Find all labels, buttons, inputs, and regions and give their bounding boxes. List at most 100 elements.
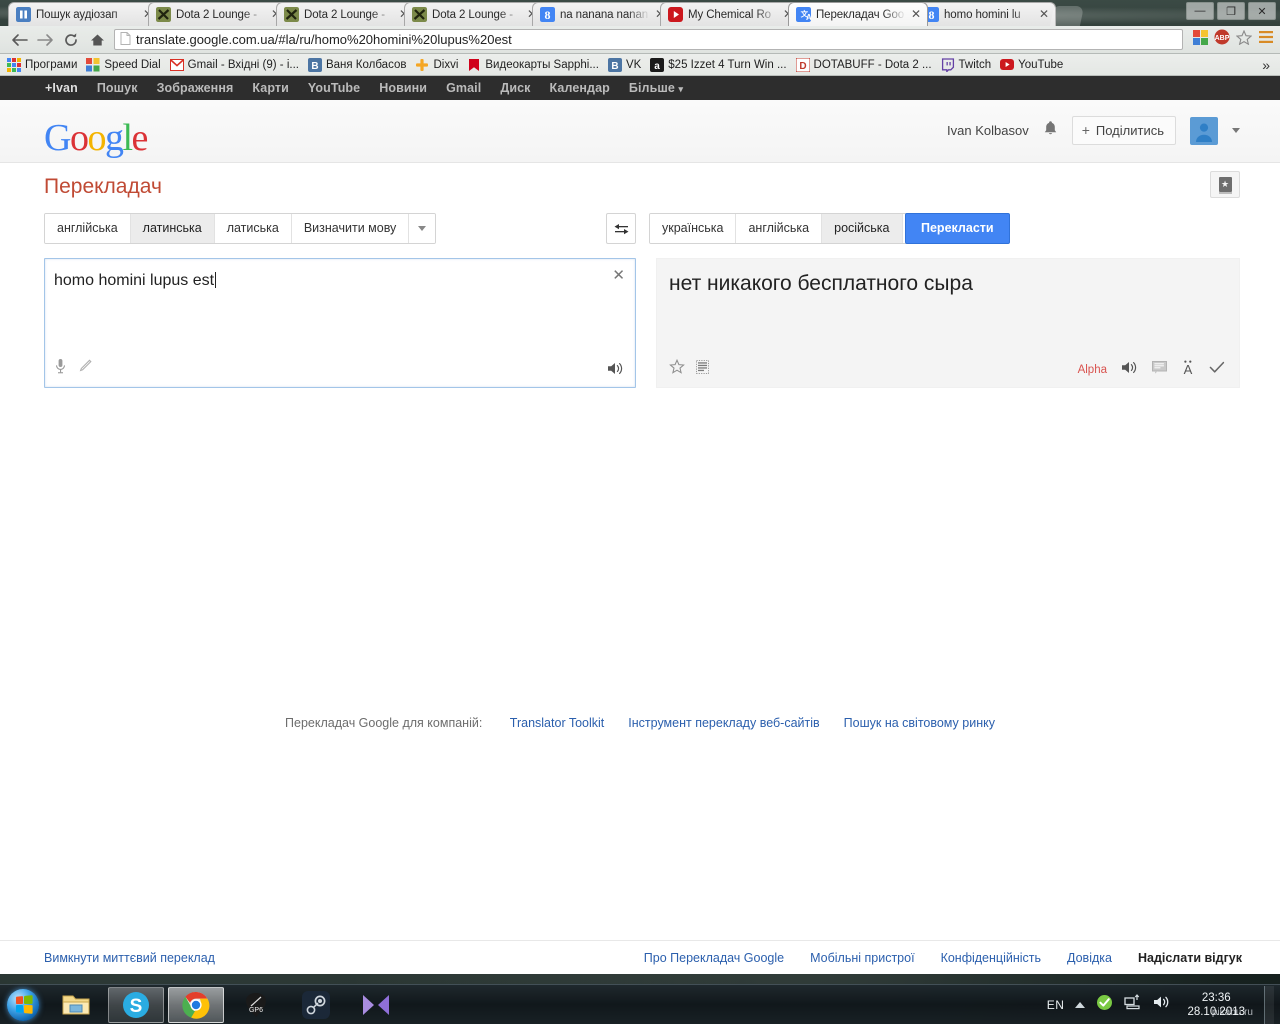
gbar-link-0[interactable]: +Ivan [45, 81, 78, 95]
new-tab-button[interactable] [1049, 6, 1085, 26]
star-favorite-icon[interactable] [669, 358, 685, 379]
browser-tab[interactable]: Dota 2 Lounge -✕ [148, 2, 288, 26]
browser-tab[interactable]: 8na nanana nanan✕ [532, 2, 672, 26]
source-text-panel[interactable]: homo homini lupus est ✕ [44, 258, 636, 388]
microphone-icon[interactable] [55, 358, 66, 379]
account-chevron-down-icon[interactable] [1232, 128, 1240, 133]
taskbar-explorer-button[interactable] [48, 987, 104, 1023]
target-language-option[interactable]: українська [650, 214, 737, 243]
bookmark-star-icon[interactable] [1235, 29, 1253, 50]
bookmark-item[interactable]: Програми [4, 57, 83, 72]
browser-tab[interactable]: Dota 2 Lounge -✕ [276, 2, 416, 26]
swap-languages-button[interactable] [606, 213, 636, 244]
antivirus-shield-icon[interactable] [1096, 994, 1113, 1016]
bookmark-item[interactable]: YouTube [997, 58, 1069, 72]
source-language-dropdown-button[interactable] [409, 214, 436, 243]
business-footer-link[interactable]: Пошук на світовому ринку [844, 716, 995, 730]
source-language-option[interactable]: англійська [45, 214, 131, 243]
gbar-link-1[interactable]: Пошук [97, 81, 138, 95]
pause-icon [16, 7, 31, 22]
taskbar-media-player-button[interactable] [348, 987, 404, 1023]
chrome-menu-icon[interactable] [1258, 30, 1274, 49]
address-bar[interactable]: translate.google.com.ua/#la/ru/homo%20ho… [114, 29, 1183, 50]
transliteration-icon[interactable] [696, 359, 709, 379]
taskbar-clock[interactable]: 23:36 28.10.2013 pikabu.ru [1183, 991, 1253, 1019]
browser-tab[interactable]: 文A Перекладач Goo ✕ [788, 2, 928, 26]
taskbar-skype-button[interactable]: S [108, 986, 164, 1023]
gbar-link-4[interactable]: YouTube [308, 81, 360, 95]
source-language-option[interactable]: латиська [214, 214, 292, 243]
toggle-instant-translation-link[interactable]: Вимкнути миттєвий переклад [44, 951, 215, 965]
forward-button[interactable] [32, 28, 58, 52]
bookmark-item[interactable]: Gmail - Вхідні (9) - i... [167, 58, 305, 72]
bottom-bar-link[interactable]: Довідка [1067, 951, 1112, 965]
taskbar-chrome-button[interactable] [168, 986, 224, 1023]
source-language-option[interactable]: латинська [130, 214, 215, 243]
bookmark-item[interactable]: B Ваня Колбасов [305, 57, 413, 72]
user-name[interactable]: Ivan Kolbasov [947, 123, 1029, 138]
target-language-option[interactable]: англійська [736, 214, 823, 243]
target-speaker-icon[interactable] [1121, 360, 1138, 380]
extension-colors-icon[interactable] [1193, 29, 1208, 50]
adblock-plus-icon[interactable]: ABP [1214, 29, 1230, 50]
gbar-link-9[interactable]: Більше ▾ [629, 81, 683, 95]
browser-tab[interactable]: My Chemical Ro✕ [660, 2, 800, 26]
taskbar-steam-button[interactable] [288, 987, 344, 1023]
taskbar-guitar-pro-button[interactable]: GP6 [228, 987, 284, 1023]
language-indicator[interactable]: EN [1047, 998, 1065, 1012]
gbar-link-5[interactable]: Новини [379, 81, 427, 95]
business-footer-link[interactable]: Інструмент перекладу веб-сайтів [628, 716, 819, 730]
bottom-bar-link[interactable]: Про Перекладач Google [644, 951, 784, 965]
bottom-bar-link[interactable]: Мобільні пристрої [810, 951, 914, 965]
show-hidden-icons-arrow[interactable] [1075, 1001, 1086, 1008]
google-logo[interactable]: Google [44, 116, 148, 160]
network-icon[interactable] [1124, 994, 1142, 1015]
bookmark-item[interactable]: B VK [605, 57, 647, 72]
suggest-edit-icon[interactable] [1152, 361, 1167, 379]
back-button[interactable] [6, 28, 32, 52]
tab-close-icon[interactable]: ✕ [1037, 7, 1051, 22]
show-desktop-button[interactable] [1264, 985, 1274, 1024]
dota-icon [156, 7, 171, 22]
bookmark-item[interactable]: Twitch [938, 57, 998, 72]
bottom-bar-link[interactable]: Конфіденційність [941, 951, 1041, 965]
share-button[interactable]: + Поділитись [1071, 116, 1176, 145]
start-button[interactable] [0, 986, 46, 1024]
bookmarks-overflow-button[interactable]: » [1262, 57, 1276, 73]
volume-icon[interactable] [1153, 994, 1172, 1015]
notifications-bell-icon[interactable] [1043, 120, 1058, 142]
minimize-button[interactable]: — [1186, 2, 1214, 20]
translate-button[interactable]: Перекласти [905, 213, 1010, 244]
gbar-link-2[interactable]: Зображення [157, 81, 234, 95]
source-speaker-icon[interactable] [607, 361, 624, 381]
svg-text:B: B [311, 61, 318, 72]
font-size-icon[interactable]: A [1181, 360, 1195, 380]
browser-tab[interactable]: Dota 2 Lounge -✕ [404, 2, 544, 26]
bookmark-item[interactable]: Dixvi [412, 58, 464, 72]
bookmark-item[interactable]: Видеокарты Sapphi... [464, 58, 605, 72]
browser-tab[interactable]: Пошук аудіозап✕ [8, 2, 160, 26]
clear-x-icon[interactable]: ✕ [612, 268, 625, 283]
bookmark-item[interactable]: a $25 Izzet 4 Turn Win ... [647, 57, 792, 72]
reload-button[interactable] [58, 28, 84, 52]
source-textarea[interactable]: homo homini lupus est [54, 271, 601, 292]
source-language-option[interactable]: Визначити мову [291, 214, 410, 243]
gbar-link-6[interactable]: Gmail [446, 81, 481, 95]
gbar-link-3[interactable]: Карти [252, 81, 289, 95]
gbar-link-7[interactable]: Диск [500, 81, 530, 95]
bookmark-item[interactable]: D DOTABUFF - Dota 2 ... [793, 57, 938, 72]
restore-button[interactable]: ❐ [1217, 2, 1245, 20]
browser-tab[interactable]: 8 homo homini lu ✕ [916, 2, 1056, 26]
avatar[interactable] [1190, 116, 1218, 145]
business-footer-link[interactable]: Translator Toolkit [510, 716, 604, 730]
send-feedback-link[interactable]: Надіслати відгук [1138, 951, 1242, 965]
bookmark-item[interactable]: Speed Dial [83, 57, 166, 72]
handwriting-pen-icon[interactable] [78, 359, 92, 378]
phrasebook-button[interactable]: ★ [1210, 171, 1240, 198]
target-language-option[interactable]: російська [822, 214, 903, 243]
gbar-link-8[interactable]: Календар [550, 81, 610, 95]
home-button[interactable] [84, 28, 110, 52]
tab-close-icon[interactable]: ✕ [909, 7, 923, 22]
rate-translation-check-icon[interactable] [1209, 361, 1225, 379]
close-button[interactable]: ✕ [1248, 2, 1276, 20]
